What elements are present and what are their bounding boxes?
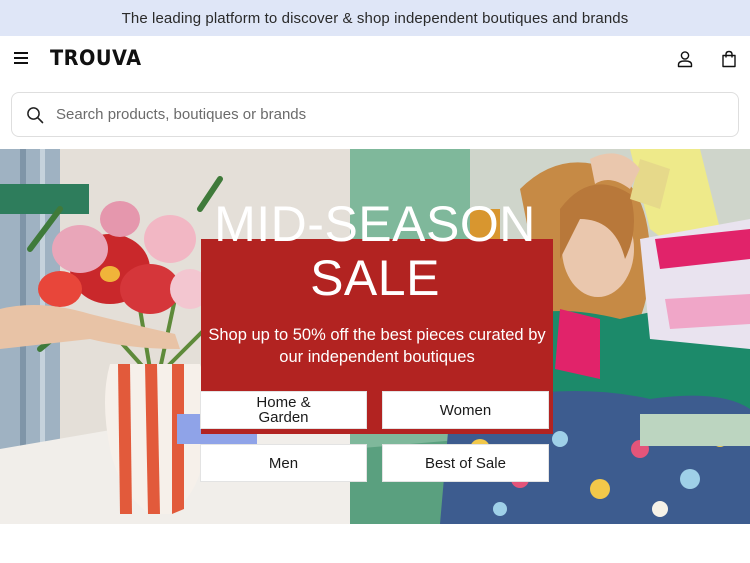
shopping-bag-icon[interactable]	[720, 50, 738, 68]
hamburger-menu-icon[interactable]	[14, 52, 28, 66]
men-button-label: Men	[268, 454, 299, 472]
search-bar[interactable]	[11, 92, 739, 137]
user-icon[interactable]	[676, 50, 694, 68]
home-garden-button[interactable]: Home & Garden	[200, 391, 367, 429]
best-of-sale-button-label: Best of Sale	[425, 454, 506, 472]
men-button[interactable]: Men	[200, 444, 367, 482]
search-input[interactable]	[56, 93, 716, 136]
announcement-text: The leading platform to discover & shop …	[121, 9, 629, 27]
hero-title-line2: SALE	[310, 250, 440, 306]
hero-title-line1: MID-SEASON	[214, 196, 536, 252]
search-icon[interactable]	[26, 106, 44, 124]
site-logo[interactable]: TROUVA	[50, 46, 142, 70]
home-garden-button-label: Home & Garden	[256, 394, 311, 426]
announcement-bar: The leading platform to discover & shop …	[0, 0, 750, 36]
women-button[interactable]: Women	[382, 391, 549, 429]
women-button-label: Women	[439, 401, 492, 419]
hero-subtitle: Shop up to 50% off the best pieces curat…	[208, 326, 546, 366]
site-header: TROUVA	[0, 36, 750, 82]
best-of-sale-button[interactable]: Best of Sale	[382, 444, 549, 482]
